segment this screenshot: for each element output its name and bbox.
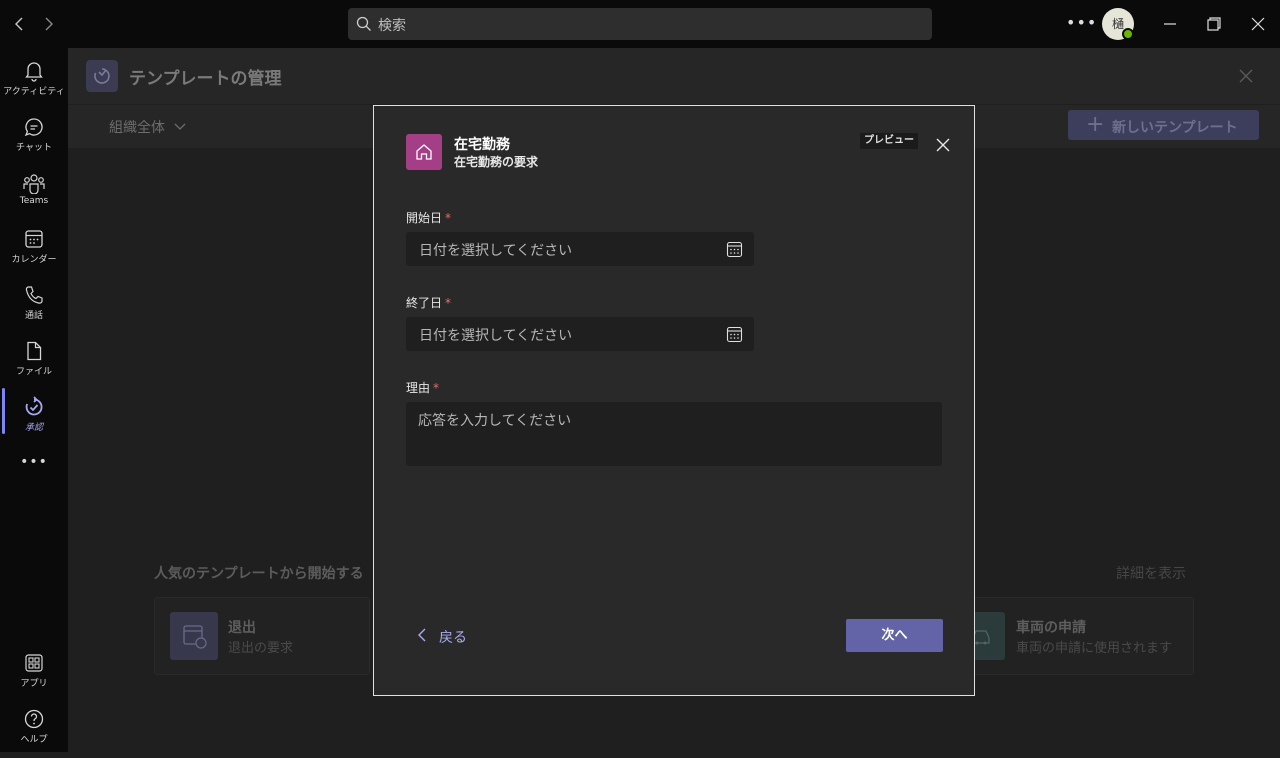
search-input[interactable]: 検索: [348, 8, 932, 40]
calendar-icon[interactable]: [726, 241, 743, 258]
back-label: 戻る: [439, 630, 467, 646]
rail-label: チャット: [16, 143, 52, 153]
end-date-picker[interactable]: 日付を選択してください: [406, 317, 754, 351]
title-bar: 検索 ••• 樋: [0, 0, 1280, 48]
help-icon: [24, 709, 44, 729]
start-date-label: 開始日 *: [406, 209, 451, 226]
rail-label: カレンダー: [11, 255, 57, 265]
restore-icon[interactable]: [1202, 12, 1226, 36]
required-marker: *: [433, 381, 440, 395]
dialog-subtitle: 在宅勤務の要求: [454, 155, 539, 169]
bell-icon: [25, 62, 43, 82]
start-date-label-text: 開始日: [406, 211, 443, 225]
file-icon: [27, 341, 42, 361]
close-icon[interactable]: [1236, 66, 1256, 86]
end-date-label: 終了日 *: [406, 294, 451, 311]
rail-item-approvals[interactable]: 承認: [0, 390, 68, 446]
teams-icon: [23, 174, 45, 194]
org-filter-dropdown[interactable]: 組織全体: [109, 117, 187, 137]
reason-label-text: 理由: [406, 381, 431, 395]
rail-label: アプリ: [20, 679, 48, 689]
template-name: 退出: [228, 620, 256, 636]
required-marker: *: [445, 296, 452, 310]
home-icon: [406, 134, 442, 170]
rail-label: 承認: [24, 423, 43, 433]
forward-arrow-icon[interactable]: [38, 14, 58, 34]
more-apps-icon[interactable]: •••: [0, 452, 68, 482]
more-options-icon[interactable]: •••: [1066, 12, 1096, 36]
app-rail: アクティビティ チャット Teams カレンダー 通話 ファイル 承認 ••• …: [0, 48, 68, 752]
calendar-icon[interactable]: [726, 326, 743, 343]
rail-label: 通話: [24, 311, 43, 321]
phone-icon: [25, 286, 43, 304]
search-icon: [356, 16, 371, 31]
dialog-close-icon[interactable]: [934, 136, 952, 154]
rail-item-help[interactable]: ヘルプ: [0, 702, 68, 758]
rail-item-files[interactable]: ファイル: [0, 334, 68, 390]
search-placeholder: 検索: [378, 18, 406, 34]
close-window-icon[interactable]: [1246, 12, 1270, 36]
minimize-icon[interactable]: [1158, 12, 1182, 36]
calendar-icon: [25, 230, 43, 248]
rail-label: ファイル: [15, 367, 52, 377]
template-card[interactable]: 車両の申請 車両の申請に使用されます: [954, 597, 1194, 675]
template-description: 退出の要求: [228, 641, 294, 656]
apps-icon: [25, 654, 43, 672]
end-date-placeholder: 日付を選択してください: [419, 328, 573, 344]
chevron-down-icon: [174, 123, 186, 130]
rail-item-calendar[interactable]: カレンダー: [0, 222, 68, 278]
popular-templates-heading: 人気のテンプレートから開始する: [154, 566, 364, 582]
rail-label: アクティビティ: [3, 87, 65, 97]
rail-label: Teams: [19, 196, 49, 206]
new-template-label: 新しいテンプレート: [1112, 120, 1238, 136]
approvals-app-icon: [86, 60, 118, 92]
rail-item-activity[interactable]: アクティビティ: [0, 54, 68, 110]
dialog-title: 在宅勤務: [454, 137, 510, 153]
chat-icon: [24, 118, 43, 137]
new-template-button[interactable]: + 新しいテンプレート: [1068, 110, 1259, 140]
end-date-label-text: 終了日: [406, 296, 443, 310]
back-arrow-icon[interactable]: [10, 14, 30, 34]
rail-item-teams[interactable]: Teams: [0, 166, 68, 222]
required-marker: *: [445, 211, 452, 225]
reason-label: 理由 *: [406, 379, 439, 396]
next-button[interactable]: 次へ: [846, 619, 943, 652]
plus-icon: +: [1086, 112, 1105, 137]
approvals-icon: [25, 396, 43, 416]
page-title: テンプレートの管理: [129, 69, 282, 89]
presence-available-icon: [1122, 28, 1134, 40]
rail-item-calls[interactable]: 通話: [0, 278, 68, 334]
page-header: テンプレートの管理: [68, 48, 1280, 104]
reason-textarea[interactable]: 応答を入力してください: [406, 402, 942, 466]
chevron-left-icon: [418, 628, 426, 642]
preview-badge: プレビュー: [860, 133, 918, 149]
start-date-placeholder: 日付を選択してください: [419, 243, 573, 259]
reason-placeholder: 応答を入力してください: [418, 413, 572, 429]
rail-item-chat[interactable]: チャット: [0, 110, 68, 166]
rail-label: ヘルプ: [20, 735, 48, 745]
start-date-picker[interactable]: 日付を選択してください: [406, 232, 754, 266]
template-card[interactable]: 退出 退出の要求: [154, 597, 370, 675]
calendar-leave-icon: [170, 612, 218, 660]
rail-item-apps[interactable]: アプリ: [0, 646, 68, 702]
org-filter-label: 組織全体: [109, 120, 165, 136]
template-preview-dialog: 在宅勤務 在宅勤務の要求 プレビュー 開始日 * 日付を選択してください 終了日 *…: [373, 105, 975, 696]
template-description: 車両の申請に使用されます: [1016, 641, 1173, 656]
template-name: 車両の申請: [1016, 620, 1086, 636]
view-details-link[interactable]: 詳細を表示: [1116, 563, 1186, 583]
